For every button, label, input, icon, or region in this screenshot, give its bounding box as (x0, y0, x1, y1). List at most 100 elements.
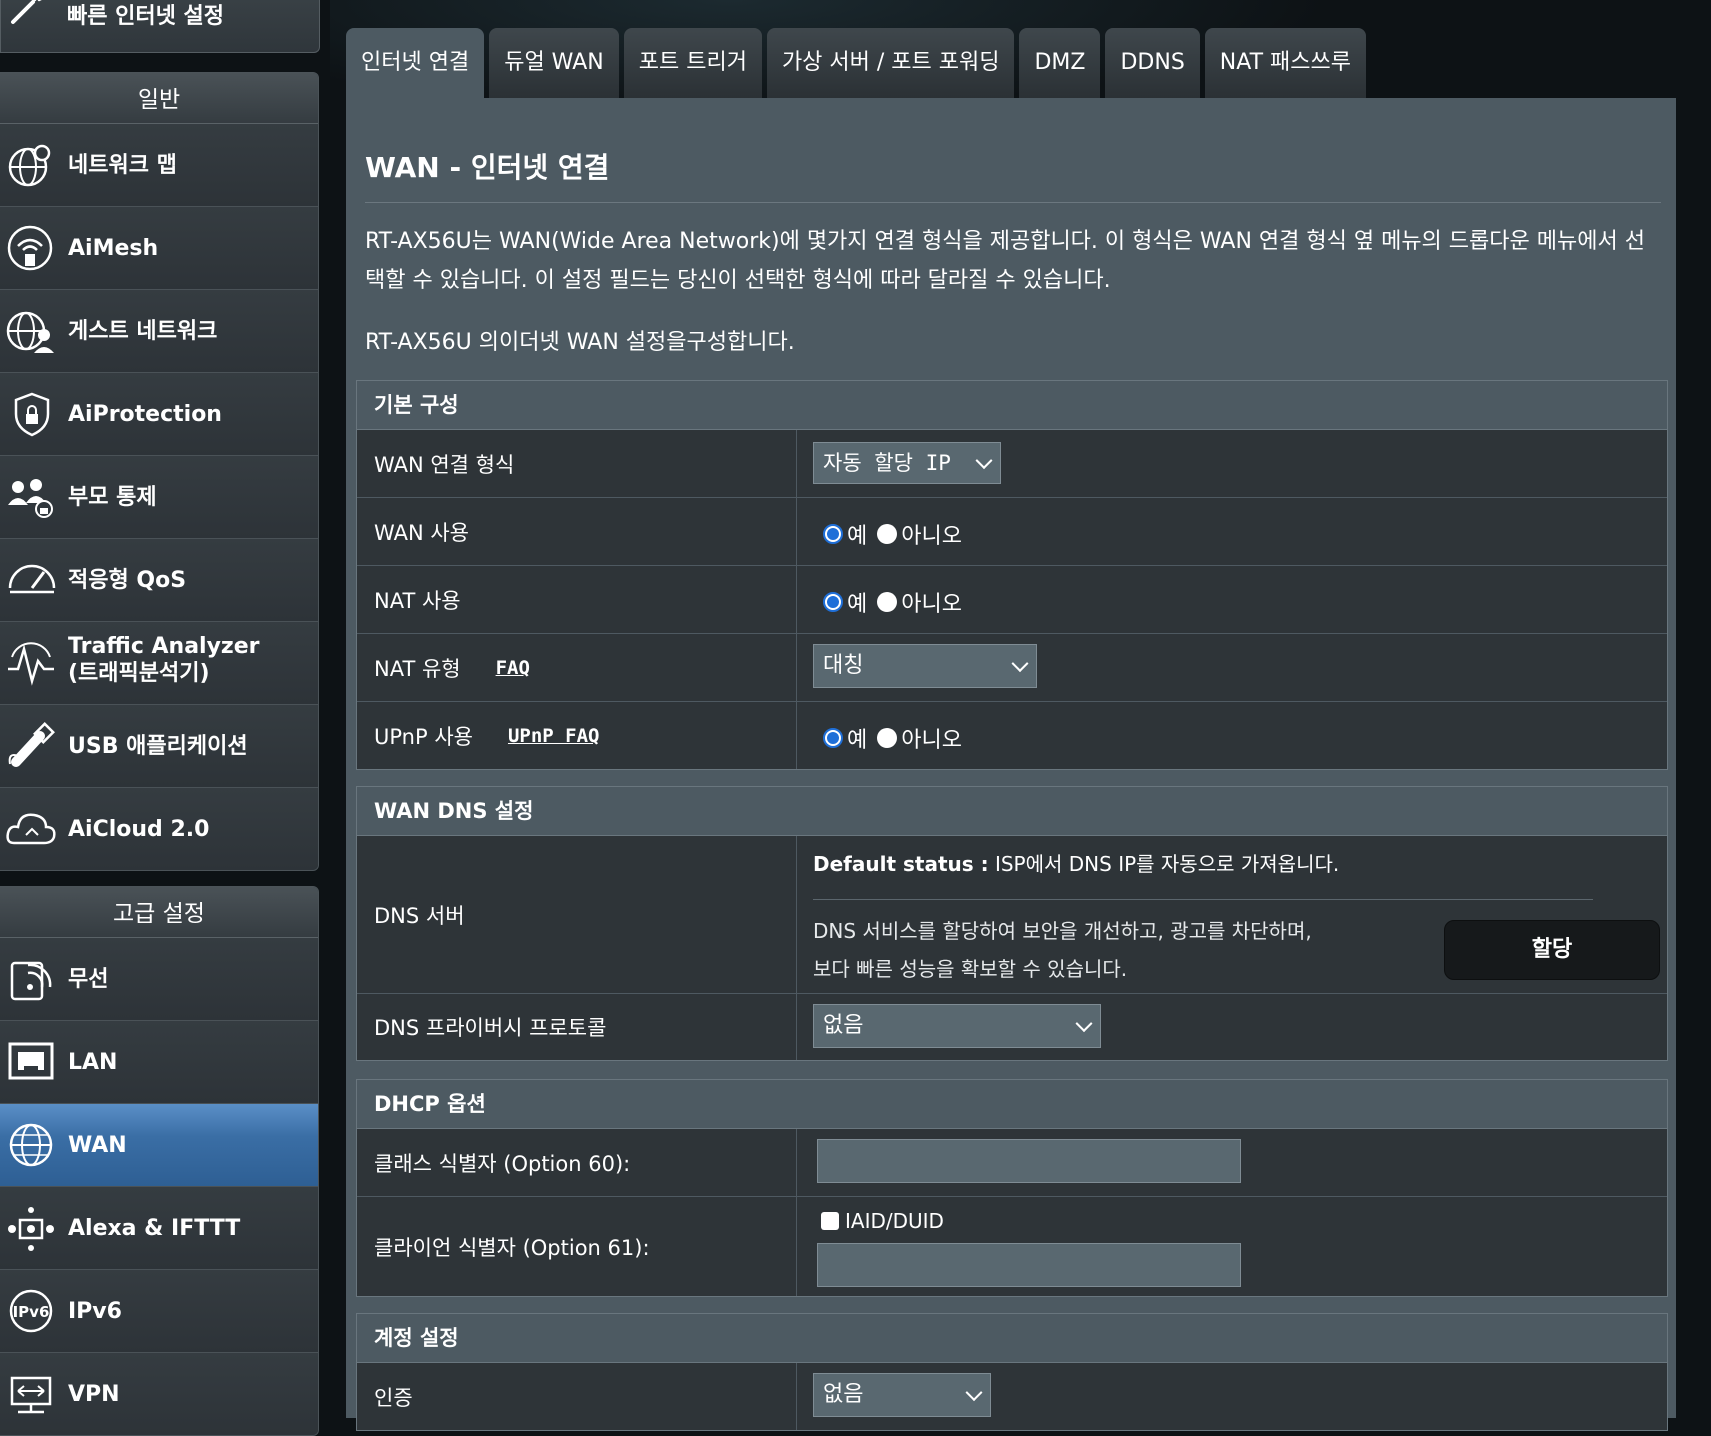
sidebar-item-label: 적응형 QoS (68, 567, 187, 593)
wan-globe-icon (9, 1123, 53, 1167)
section-header: 계정 설정 (357, 1314, 1667, 1363)
general-menu-header: 일반 (0, 73, 318, 124)
quick-setup-label: 빠른 인터넷 설정 (67, 4, 224, 29)
lan-icon (8, 1042, 54, 1080)
wand-icon (11, 0, 42, 24)
globe-pin-icon (8, 144, 51, 187)
wan-type-select[interactable]: 자동 할당 IP (813, 442, 1001, 484)
parental-control-icon (8, 479, 53, 518)
default-status-text: ISP에서 DNS IP를 자동으로 가져옵니다. (988, 852, 1340, 876)
account-settings-section: 계정 설정 인증 없음 (356, 1313, 1668, 1431)
sidebar-item-aiprotection[interactable]: AiProtection (0, 373, 318, 456)
radio-no[interactable] (877, 592, 898, 612)
row-label: WAN 사용 (357, 498, 797, 565)
sidebar-item-guest-network[interactable]: 게스트 네트워크 (0, 290, 318, 373)
advanced-menu-group: 고급 설정 무선 LAN WAN Alexa & IFTTT IPv6 IPv6… (0, 886, 319, 1436)
upnp-faq-link[interactable]: UPnP FAQ (508, 725, 600, 747)
ipv6-icon: IPv6 (9, 1289, 53, 1333)
dhcp-options-section: DHCP 옵션 클래스 식별자 (Option 60): 클라이언 식별자 (O… (356, 1079, 1668, 1297)
aimesh-icon (7, 225, 53, 271)
vpn-icon (10, 1376, 52, 1414)
divider (365, 202, 1661, 203)
wireless-icon (10, 961, 52, 1001)
assign-dns-button[interactable]: 할당 (1444, 920, 1660, 980)
sidebar-item-aimesh[interactable]: AiMesh (0, 207, 318, 290)
row-label: UPnP 사용 UPnP FAQ (357, 702, 797, 769)
dns-assign-description: DNS 서비스를 할당하여 보안을 개선하고, 광고를 차단하며, 보다 빠른 … (813, 912, 1312, 988)
sidebar-item-label: AiMesh (68, 235, 159, 261)
row-label: 클래스 식별자 (Option 60): (357, 1129, 797, 1196)
tab-port-trigger[interactable]: 포트 트리거 (623, 28, 762, 100)
chevron-down-icon (965, 1384, 983, 1402)
sidebar-item-usb-application[interactable]: USB 애플리케이션 (0, 705, 318, 788)
sidebar-item-ipv6[interactable]: IPv6 IPv6 (0, 1270, 318, 1353)
section-header: DHCP 옵션 (357, 1080, 1667, 1129)
select-value: 대칭 (823, 653, 864, 678)
assign-desc-line: 보다 빠른 성능을 확보할 수 있습니다. (813, 957, 1128, 981)
dns-privacy-row: DNS 프라이버시 프로토콜 없음 (357, 994, 1667, 1060)
wan-dns-section: WAN DNS 설정 DNS 서버 Default status : ISP에서… (356, 786, 1668, 1061)
radio-yes[interactable] (823, 728, 843, 748)
select-value: 없음 (823, 1382, 864, 1407)
sidebar-item-lan[interactable]: LAN (0, 1021, 318, 1104)
radio-yes-label: 예 (847, 524, 868, 549)
nat-type-row: NAT 유형 FAQ 대칭 (357, 634, 1667, 702)
wan-enable-row: WAN 사용 예 아니오 (357, 498, 1667, 566)
dns-server-row: DNS 서버 Default status : ISP에서 DNS IP를 자동… (357, 836, 1667, 994)
radio-no[interactable] (877, 524, 898, 544)
tab-virtual-server[interactable]: 가상 서버 / 포트 포워딩 (766, 28, 1015, 100)
sidebar-item-label: 부모 통제 (68, 484, 157, 510)
wan-type-row: WAN 연결 형식 자동 할당 IP (357, 430, 1667, 498)
class-id-row: 클래스 식별자 (Option 60): (357, 1129, 1667, 1197)
chevron-down-icon (1075, 1015, 1093, 1033)
usb-icon (8, 722, 55, 767)
sidebar-item-wireless[interactable]: 무선 (0, 938, 318, 1021)
radio-no-label: 아니오 (901, 728, 962, 753)
tab-ddns[interactable]: DDNS (1105, 28, 1200, 100)
chevron-down-icon (975, 452, 993, 470)
sidebar-item-label: IPv6 (68, 1298, 122, 1324)
quick-setup-item[interactable]: 빠른 인터넷 설정 (0, 0, 320, 53)
tab-internet-connection[interactable]: 인터넷 연결 (346, 28, 485, 100)
nat-type-faq-link[interactable]: FAQ (496, 657, 530, 679)
sidebar-item-network-map[interactable]: 네트워크 맵 (0, 124, 318, 207)
radio-yes-label: 예 (847, 728, 868, 753)
basic-config-section: 기본 구성 WAN 연결 형식 자동 할당 IP WAN 사용 예 아니오 NA… (356, 380, 1668, 770)
traffic-analyzer-icon (8, 642, 54, 686)
radio-no-label: 아니오 (901, 592, 962, 617)
sidebar-item-label: USB 애플리케이션 (68, 733, 248, 759)
nat-type-select[interactable]: 대칭 (813, 644, 1037, 688)
sidebar-item-wan[interactable]: WAN (0, 1104, 318, 1187)
iaid-duid-checkbox[interactable] (821, 1212, 839, 1230)
row-label: 인증 (357, 1363, 797, 1430)
class-id-input[interactable] (817, 1139, 1241, 1183)
row-label: DNS 서버 (357, 836, 797, 993)
client-id-input[interactable] (817, 1243, 1241, 1287)
tab-dual-wan[interactable]: 듀얼 WAN (489, 28, 619, 100)
sidebar-item-parental-control[interactable]: 부모 통제 (0, 456, 318, 539)
row-label: DNS 프라이버시 프로토콜 (357, 994, 797, 1060)
sidebar-item-label: 무선 (68, 966, 109, 992)
radio-yes[interactable] (823, 592, 843, 612)
row-label: WAN 연결 형식 (357, 430, 797, 497)
sidebar-item-aicloud[interactable]: AiCloud 2.0 (0, 788, 318, 870)
sidebar-item-label: Alexa & IFTTT (68, 1215, 241, 1241)
sidebar-item-adaptive-qos[interactable]: 적응형 QoS (0, 539, 318, 622)
tab-bar: 인터넷 연결 듀얼 WAN 포트 트리거 가상 서버 / 포트 포워딩 DMZ … (346, 28, 1366, 100)
sidebar-item-label: AiProtection (68, 401, 222, 427)
dns-privacy-select[interactable]: 없음 (813, 1004, 1101, 1048)
radio-yes[interactable] (823, 524, 843, 544)
page-title: WAN - 인터넷 연결 (365, 151, 610, 184)
radio-no[interactable] (877, 728, 898, 748)
row-label: NAT 유형 FAQ (357, 634, 797, 701)
svg-text:IPv6: IPv6 (13, 1303, 50, 1321)
radio-yes-label: 예 (847, 592, 868, 617)
tab-nat-passthrough[interactable]: NAT 패스쓰루 (1204, 28, 1366, 100)
sidebar-item-alexa-ifttt[interactable]: Alexa & IFTTT (0, 1187, 318, 1270)
general-menu-group: 일반 네트워크 맵 AiMesh 게스트 네트워크 AiProtection 부… (0, 72, 319, 871)
auth-select[interactable]: 없음 (813, 1373, 991, 1417)
client-id-row: 클라이언 식별자 (Option 61): IAID/DUID (357, 1197, 1667, 1296)
sidebar-item-vpn[interactable]: VPN (0, 1353, 318, 1435)
tab-dmz[interactable]: DMZ (1019, 28, 1101, 100)
sidebar-item-traffic-analyzer[interactable]: Traffic Analyzer (트래픽분석기) (0, 622, 318, 705)
